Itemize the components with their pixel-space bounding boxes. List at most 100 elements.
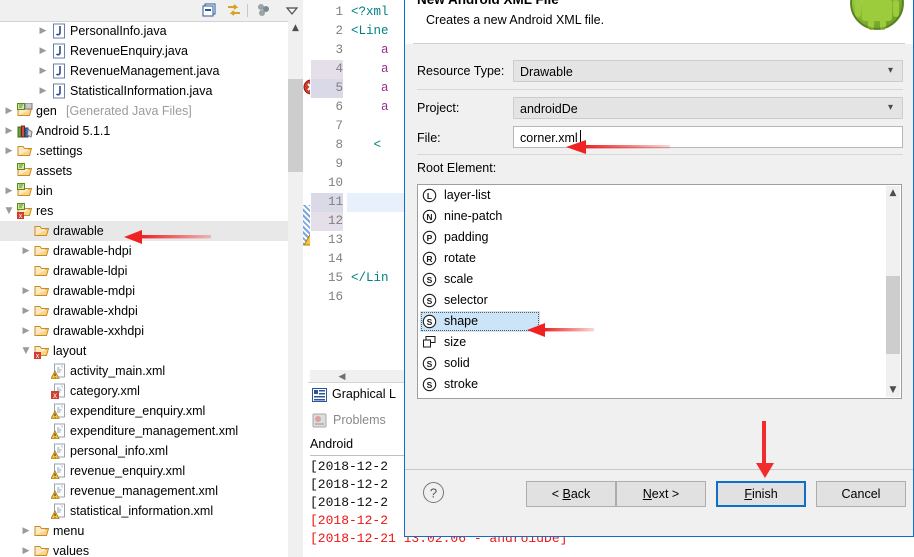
cancel-button[interactable]: Cancel xyxy=(816,481,906,507)
chevron-right-icon[interactable]: ▶ xyxy=(21,241,31,261)
chevron-right-icon[interactable]: ▶ xyxy=(38,21,48,41)
tree-item-statistical-information-xml[interactable]: statistical_information.xml xyxy=(0,501,288,521)
chevron-down-icon[interactable]: ▾ xyxy=(885,65,896,76)
root-element-item-selector[interactable]: Sselector xyxy=(418,290,901,311)
root-element-item-shape[interactable]: Sshape xyxy=(420,311,540,332)
view-menu-icon[interactable] xyxy=(256,3,272,18)
project-tree[interactable]: ▶ PersonalInfo.java ▶ RevenueEnquiry.java ▶ R… xyxy=(0,21,288,557)
tree-item-drawable-ldpi[interactable]: drawable-ldpi xyxy=(0,261,288,281)
editor-line-number: 1 xyxy=(335,5,343,19)
back-button[interactable]: < Back xyxy=(526,481,616,507)
collapse-all-icon[interactable] xyxy=(202,3,218,18)
tree-item-menu[interactable]: ▶ menu xyxy=(0,521,288,541)
editor-code-line[interactable]: <?xml xyxy=(351,3,389,22)
chevron-right-icon[interactable]: ▶ xyxy=(21,321,31,341)
root-element-item-nine-patch[interactable]: Nnine-patch xyxy=(418,206,901,227)
chevron-right-icon[interactable]: ▶ xyxy=(4,141,14,161)
tree-item-res[interactable]: ▼ x res xyxy=(0,201,288,221)
explorer-vertical-scrollbar[interactable]: ▲ xyxy=(288,21,303,557)
tree-item-layout[interactable]: ▼ x layout xyxy=(0,341,288,361)
tree-item-gen[interactable]: ▶ gen [Generated Java Files] xyxy=(0,101,288,121)
chevron-right-icon[interactable]: ▶ xyxy=(21,521,31,541)
editor-code-line[interactable]: a xyxy=(351,79,389,98)
root-element-item-solid[interactable]: Ssolid xyxy=(418,353,901,374)
resource-type-combo[interactable]: Drawable ▾ xyxy=(513,60,903,82)
tree-item-revenue-management-xml[interactable]: revenue_management.xml xyxy=(0,481,288,501)
svg-text:S: S xyxy=(427,275,433,285)
tree-item-activity-main-xml[interactable]: activity_main.xml xyxy=(0,361,288,381)
editor-code-line[interactable]: <Line xyxy=(351,22,389,41)
file-name-input[interactable]: corner.xml xyxy=(513,126,903,148)
scrollbar-thumb[interactable] xyxy=(886,276,900,354)
tree-item-label: layout xyxy=(53,344,87,358)
tree-item-personalinfo-java[interactable]: ▶ PersonalInfo.java xyxy=(0,21,288,41)
chevron-right-icon[interactable]: ▶ xyxy=(4,101,14,121)
tree-item-drawable-hdpi[interactable]: ▶ drawable-hdpi xyxy=(0,241,288,261)
tree-item-statisticalinformation-java[interactable]: ▶ StatisticalInformation.java xyxy=(0,81,288,101)
source-folder-icon xyxy=(17,163,33,179)
root-element-scrollbar[interactable]: ▲ ▼ xyxy=(886,186,900,397)
tree-item-category-xml[interactable]: x category.xml xyxy=(0,381,288,401)
link-with-editor-icon[interactable] xyxy=(226,3,242,18)
project-label: Project: xyxy=(417,101,460,115)
tree-item-drawable[interactable]: drawable xyxy=(0,221,288,241)
tree-item-drawable-xxhdpi[interactable]: ▶ drawable-xxhdpi xyxy=(0,321,288,341)
explorer-toolbar xyxy=(0,0,303,22)
tree-item-revenueenquiry-java[interactable]: ▶ RevenueEnquiry.java xyxy=(0,41,288,61)
tree-item-revenuemanagement-java[interactable]: ▶ RevenueManagement.java xyxy=(0,61,288,81)
root-element-list[interactable]: Llayer-list Nnine-patch Ppadding Rrotate Ssc… xyxy=(417,184,902,399)
tree-item-drawable-xhdpi[interactable]: ▶ drawable-xhdpi xyxy=(0,301,288,321)
scroll-down-icon[interactable]: ▼ xyxy=(886,383,900,397)
chevron-right-icon[interactable]: ▶ xyxy=(38,41,48,61)
tree-item--settings[interactable]: ▶ .settings xyxy=(0,141,288,161)
finish-button[interactable]: Finish xyxy=(716,481,806,507)
tree-item-drawable-mdpi[interactable]: ▶ drawable-mdpi xyxy=(0,281,288,301)
tree-item-bin[interactable]: ▶ bin xyxy=(0,181,288,201)
tree-item-expenditure-enquiry-xml[interactable]: expenditure_enquiry.xml xyxy=(0,401,288,421)
chevron-right-icon[interactable]: ▶ xyxy=(21,281,31,301)
editor-code-line[interactable]: a xyxy=(351,41,389,60)
chevron-down-icon[interactable]: ▼ xyxy=(21,341,31,361)
tree-item-personal-info-xml[interactable]: personal_info.xml xyxy=(0,441,288,461)
root-element-items[interactable]: Llayer-list Nnine-patch Ppadding Rrotate Ssc… xyxy=(418,185,901,395)
tree-item-android-5-1-1[interactable]: ▶ Android 5.1.1 xyxy=(0,121,288,141)
folder-icon xyxy=(34,283,50,299)
scrollbar-thumb[interactable] xyxy=(288,79,303,172)
scroll-up-icon[interactable]: ▲ xyxy=(288,21,303,36)
help-button[interactable]: ? xyxy=(422,481,445,504)
editor-code-line[interactable]: a xyxy=(351,60,389,79)
chevron-right-icon[interactable]: ▶ xyxy=(21,301,31,321)
tree-item-expenditure-management-xml[interactable]: expenditure_management.xml xyxy=(0,421,288,441)
next-button[interactable]: Next > xyxy=(616,481,706,507)
chevron-right-icon[interactable]: ▶ xyxy=(21,541,31,557)
chevron-down-icon[interactable] xyxy=(284,3,300,18)
root-element-item-stroke[interactable]: Sstroke xyxy=(418,374,901,395)
xml-error-icon: x xyxy=(51,383,67,400)
chevron-right-icon[interactable]: ▶ xyxy=(38,81,48,101)
scroll-up-icon[interactable]: ▲ xyxy=(886,186,900,200)
chevron-down-icon[interactable]: ▾ xyxy=(885,102,896,113)
root-element-item-layer-list[interactable]: Llayer-list xyxy=(418,185,901,206)
root-element-label-text: layer-list xyxy=(444,188,491,202)
editor-code-line[interactable]: a xyxy=(351,98,389,117)
root-element-item-padding[interactable]: Ppadding xyxy=(418,227,901,248)
root-element-item-rotate[interactable]: Rrotate xyxy=(418,248,901,269)
tree-item-assets[interactable]: assets xyxy=(0,161,288,181)
library-icon xyxy=(17,123,33,139)
chevron-right-icon[interactable]: ▶ xyxy=(4,121,14,141)
tab-problems[interactable]: Problems xyxy=(310,410,386,431)
root-element-item-scale[interactable]: Sscale xyxy=(418,269,901,290)
root-element-item-size[interactable]: size xyxy=(418,332,901,353)
file-label: File: xyxy=(417,131,441,145)
project-combo[interactable]: androidDe ▾ xyxy=(513,97,903,119)
tab-graphical-layout[interactable]: Graphical L xyxy=(308,382,404,405)
chevron-right-icon[interactable]: ▶ xyxy=(38,61,48,81)
editor-code-line[interactable]: </Lin xyxy=(351,269,389,288)
editor-code-line[interactable]: < xyxy=(351,136,382,155)
tree-item-values[interactable]: ▶ values xyxy=(0,541,288,557)
xml-warning-icon xyxy=(50,443,67,459)
chevron-right-icon[interactable]: ▶ xyxy=(4,181,14,201)
tree-item-revenue-enquiry-xml[interactable]: revenue_enquiry.xml xyxy=(0,461,288,481)
svg-text:R: R xyxy=(426,254,432,264)
chevron-down-icon[interactable]: ▼ xyxy=(4,201,14,221)
